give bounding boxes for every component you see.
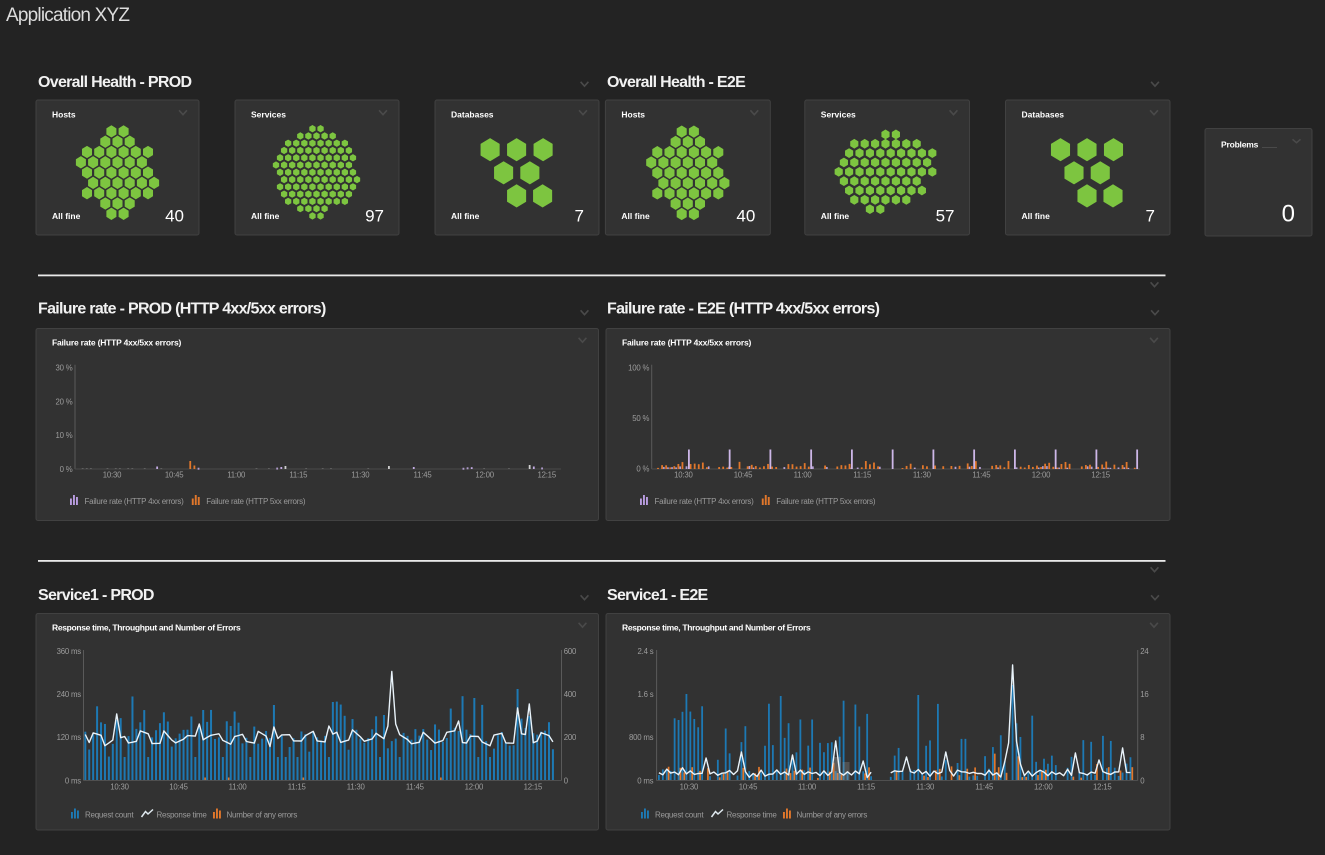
svg-text:10:30: 10:30 — [110, 783, 129, 792]
svg-text:Failure rate (HTTP 4xx/5xx err: Failure rate (HTTP 4xx/5xx errors) — [622, 338, 751, 348]
svg-text:All fine: All fine — [821, 211, 850, 221]
svg-text:600: 600 — [564, 647, 577, 656]
svg-text:11:15: 11:15 — [289, 471, 308, 480]
svg-text:100 %: 100 % — [628, 364, 649, 373]
svg-text:1.6 s: 1.6 s — [637, 690, 653, 699]
svg-text:Problems: Problems — [1221, 140, 1259, 150]
svg-text:Hosts: Hosts — [52, 110, 76, 120]
svg-text:12:00: 12:00 — [465, 783, 484, 792]
svg-text:Response time, Throughput and: Response time, Throughput and Number of … — [52, 623, 241, 633]
svg-text:Databases: Databases — [451, 110, 494, 120]
svg-text:11:45: 11:45 — [414, 471, 433, 480]
svg-text:16: 16 — [1140, 690, 1148, 699]
svg-text:Overall Health - E2E: Overall Health - E2E — [607, 74, 746, 91]
svg-text:Hosts: Hosts — [621, 110, 645, 120]
svg-text:11:45: 11:45 — [972, 471, 991, 480]
svg-text:Services: Services — [821, 110, 856, 120]
svg-text:50 %: 50 % — [632, 414, 649, 423]
svg-text:Failure rate - E2E (HTTP 4xx/5: Failure rate - E2E (HTTP 4xx/5xx errors) — [607, 301, 880, 318]
svg-text:Failure rate (HTTP 5xx errors): Failure rate (HTTP 5xx errors) — [206, 497, 306, 506]
svg-text:0 %: 0 % — [636, 465, 649, 474]
svg-text:Number of any errors: Number of any errors — [227, 810, 298, 819]
svg-text:97: 97 — [365, 207, 384, 226]
svg-text:800 ms: 800 ms — [629, 733, 654, 742]
svg-text:Response time, Throughput and: Response time, Throughput and Number of … — [622, 623, 811, 633]
svg-text:10:45: 10:45 — [165, 471, 184, 480]
svg-text:Failure rate (HTTP 5xx errors): Failure rate (HTTP 5xx errors) — [776, 497, 876, 506]
svg-text:20 %: 20 % — [56, 397, 73, 406]
svg-text:11:30: 11:30 — [913, 471, 932, 480]
svg-text:Service1 - PROD: Service1 - PROD — [38, 587, 154, 604]
svg-text:10:30: 10:30 — [674, 471, 693, 480]
svg-text:0 ms: 0 ms — [65, 776, 81, 785]
svg-text:10:45: 10:45 — [739, 783, 758, 792]
svg-text:All fine: All fine — [451, 211, 480, 221]
svg-text:120 ms: 120 ms — [57, 733, 82, 742]
svg-text:0 %: 0 % — [60, 465, 73, 474]
svg-text:11:15: 11:15 — [288, 783, 307, 792]
svg-text:12:15: 12:15 — [1093, 783, 1112, 792]
svg-text:Failure rate - PROD (HTTP 4xx/: Failure rate - PROD (HTTP 4xx/5xx errors… — [38, 301, 326, 318]
svg-text:2.4 s: 2.4 s — [637, 647, 653, 656]
svg-text:57: 57 — [936, 207, 955, 226]
svg-text:All fine: All fine — [621, 211, 650, 221]
svg-text:11:30: 11:30 — [347, 783, 366, 792]
svg-text:Failure rate (HTTP 4xx errors): Failure rate (HTTP 4xx errors) — [655, 497, 755, 506]
svg-text:12:15: 12:15 — [1091, 471, 1110, 480]
svg-text:Response time: Response time — [157, 810, 208, 819]
svg-text:0: 0 — [1282, 201, 1295, 228]
svg-text:11:15: 11:15 — [853, 471, 872, 480]
svg-text:7: 7 — [1146, 207, 1155, 226]
svg-text:11:15: 11:15 — [857, 783, 876, 792]
svg-text:11:45: 11:45 — [975, 783, 994, 792]
svg-text:Failure rate (HTTP 4xx errors): Failure rate (HTTP 4xx errors) — [85, 497, 185, 506]
svg-text:Request count: Request count — [655, 810, 704, 819]
svg-text:10:30: 10:30 — [103, 471, 122, 480]
svg-text:Application XYZ: Application XYZ — [6, 5, 130, 26]
svg-text:10:45: 10:45 — [734, 471, 753, 480]
svg-text:400: 400 — [564, 690, 577, 699]
svg-text:200: 200 — [564, 733, 577, 742]
svg-text:Request count: Request count — [85, 810, 134, 819]
svg-text:12:15: 12:15 — [537, 471, 556, 480]
svg-text:240 ms: 240 ms — [57, 690, 82, 699]
svg-text:Databases: Databases — [1022, 110, 1065, 120]
svg-text:7: 7 — [575, 207, 584, 226]
svg-text:11:00: 11:00 — [798, 783, 817, 792]
svg-text:30 %: 30 % — [56, 364, 73, 373]
svg-text:Number of any errors: Number of any errors — [797, 810, 868, 819]
svg-text:0 ms: 0 ms — [637, 776, 653, 785]
svg-text:40: 40 — [165, 207, 184, 226]
svg-text:Service1 - E2E: Service1 - E2E — [607, 587, 709, 604]
svg-text:12:00: 12:00 — [1034, 783, 1053, 792]
svg-text:40: 40 — [736, 207, 755, 226]
svg-text:8: 8 — [1140, 733, 1144, 742]
svg-text:All fine: All fine — [251, 211, 280, 221]
svg-text:12:00: 12:00 — [475, 471, 494, 480]
svg-text:11:45: 11:45 — [406, 783, 425, 792]
svg-text:All fine: All fine — [1022, 211, 1051, 221]
svg-text:Overall Health - PROD: Overall Health - PROD — [38, 74, 191, 91]
svg-text:10:45: 10:45 — [169, 783, 188, 792]
svg-text:Services: Services — [251, 110, 286, 120]
svg-text:11:00: 11:00 — [229, 783, 248, 792]
svg-text:360 ms: 360 ms — [57, 647, 82, 656]
svg-text:12:00: 12:00 — [1032, 471, 1051, 480]
svg-text:All fine: All fine — [52, 211, 81, 221]
svg-text:24: 24 — [1140, 647, 1149, 656]
svg-text:11:30: 11:30 — [351, 471, 370, 480]
svg-text:11:00: 11:00 — [794, 471, 813, 480]
svg-text:10 %: 10 % — [56, 431, 73, 440]
svg-text:11:00: 11:00 — [227, 471, 246, 480]
svg-text:Failure rate (HTTP 4xx/5xx err: Failure rate (HTTP 4xx/5xx errors) — [52, 338, 181, 348]
svg-text:11:30: 11:30 — [916, 783, 935, 792]
svg-text:Response time: Response time — [727, 810, 778, 819]
svg-text:12:15: 12:15 — [524, 783, 543, 792]
svg-text:10:30: 10:30 — [680, 783, 699, 792]
